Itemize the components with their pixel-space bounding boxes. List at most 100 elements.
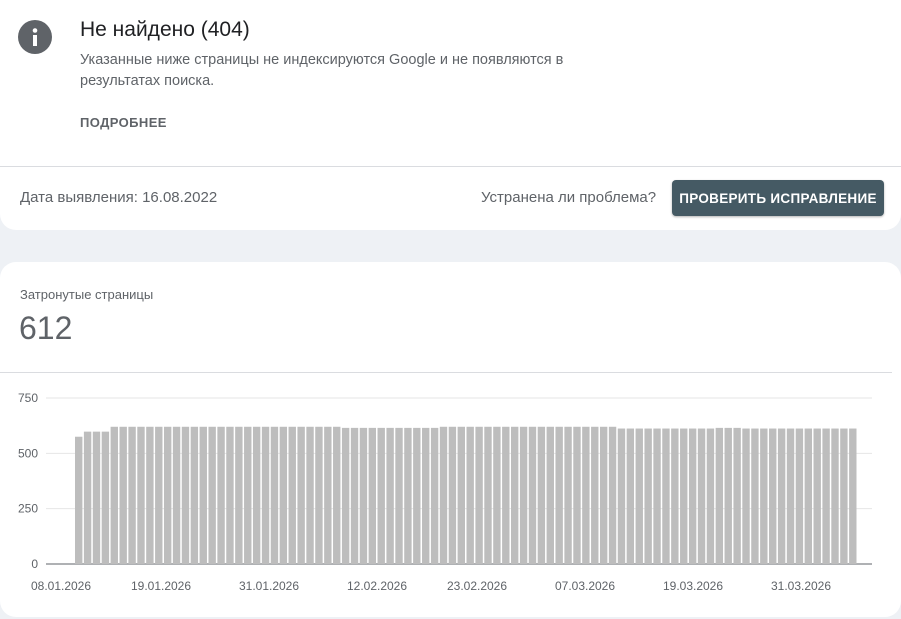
- bar: [555, 426, 563, 564]
- x-tick-label: 07.03.2026: [555, 579, 615, 593]
- bar: [608, 426, 617, 564]
- bar: [715, 427, 724, 564]
- bar: [83, 431, 92, 564]
- bar: [199, 426, 207, 564]
- bar: [163, 426, 172, 564]
- bar: [439, 426, 448, 564]
- bar: [519, 426, 528, 564]
- bar: [822, 428, 830, 564]
- bar: [706, 428, 715, 564]
- y-tick-label: 250: [18, 502, 38, 516]
- bar: [653, 428, 661, 564]
- bar: [119, 426, 127, 564]
- bar: [635, 428, 643, 564]
- bar: [849, 428, 857, 564]
- bar: [404, 427, 412, 564]
- bar: [671, 428, 679, 564]
- bar: [190, 426, 199, 564]
- validate-fix-button[interactable]: ПРОВЕРИТЬ ИСПРАВЛЕНИЕ: [672, 180, 884, 216]
- bar: [279, 426, 288, 564]
- bar: [448, 426, 457, 564]
- bar: [235, 426, 243, 564]
- bar: [760, 428, 768, 564]
- bar: [101, 431, 110, 564]
- x-tick-label: 19.01.2026: [131, 579, 191, 593]
- bar: [377, 427, 385, 564]
- bar: [795, 428, 804, 564]
- bar: [359, 427, 368, 564]
- bar: [244, 426, 252, 564]
- bar: [137, 426, 145, 564]
- bar: [155, 426, 163, 564]
- bar: [368, 427, 377, 564]
- bar: [306, 426, 314, 564]
- x-tick-label: 31.01.2026: [239, 579, 299, 593]
- bar: [493, 426, 501, 564]
- bar: [537, 426, 546, 564]
- bar: [430, 427, 439, 564]
- bar: [208, 426, 216, 564]
- bar: [341, 427, 350, 564]
- bar: [110, 426, 118, 564]
- bar: [662, 428, 670, 564]
- bar: [644, 428, 652, 564]
- issue-title: Не найдено (404): [80, 18, 250, 41]
- bar: [128, 426, 136, 564]
- bar: [724, 427, 732, 564]
- bar: [475, 426, 483, 564]
- bar: [804, 428, 813, 564]
- bar: [840, 428, 848, 564]
- bar: [466, 426, 474, 564]
- bar: [777, 428, 786, 564]
- chart-divider: [0, 372, 892, 373]
- bar: [680, 428, 688, 564]
- issue-description: Указанные ниже страницы не индексируются…: [80, 52, 564, 89]
- bar: [733, 427, 741, 564]
- bar: [484, 426, 492, 564]
- bar: [75, 436, 83, 564]
- fixed-question: Устранена ли проблема?: [481, 189, 657, 206]
- bar: [697, 428, 706, 564]
- bar: [786, 428, 795, 564]
- bar: [146, 426, 154, 564]
- y-tick-label: 0: [31, 557, 38, 571]
- bar: [261, 426, 270, 564]
- affected-pages-chart: 0 250 500 750 08.01.2026 19.01.2026 31.01.2026…: [18, 391, 872, 593]
- affected-pages-label: Затронутые страницы: [20, 287, 154, 302]
- bar: [270, 426, 279, 564]
- x-tick-label: 19.03.2026: [663, 579, 723, 593]
- x-tick-label: 12.02.2026: [347, 579, 407, 593]
- bar: [546, 426, 554, 564]
- bar: [92, 431, 101, 564]
- bar: [528, 426, 537, 564]
- bar: [742, 428, 750, 564]
- bar: [315, 426, 323, 564]
- bar: [457, 426, 465, 564]
- bar: [617, 428, 626, 564]
- x-tick-label: 31.03.2026: [771, 579, 831, 593]
- bar: [350, 427, 359, 564]
- bar: [831, 428, 839, 564]
- bar: [573, 426, 581, 564]
- x-tick-label: 23.02.2026: [447, 579, 507, 593]
- learn-more-link[interactable]: ПОДРОБНЕЕ: [80, 115, 167, 130]
- bar: [181, 426, 190, 564]
- bar: [688, 428, 697, 564]
- bar: [582, 426, 590, 564]
- bar: [599, 426, 608, 564]
- y-tick-label: 500: [18, 446, 38, 460]
- bar: [751, 428, 759, 564]
- bar: [333, 426, 341, 564]
- bar: [226, 426, 234, 564]
- bar: [172, 426, 181, 564]
- detection-date: Дата выявления: 16.08.2022: [20, 189, 218, 206]
- bar: [252, 426, 261, 564]
- y-tick-label: 750: [18, 391, 38, 405]
- bar: [395, 427, 403, 564]
- bar: [288, 426, 296, 564]
- bar: [769, 428, 777, 564]
- bar: [324, 426, 332, 564]
- bar: [413, 427, 421, 564]
- bar: [626, 428, 635, 564]
- bar: [564, 426, 572, 564]
